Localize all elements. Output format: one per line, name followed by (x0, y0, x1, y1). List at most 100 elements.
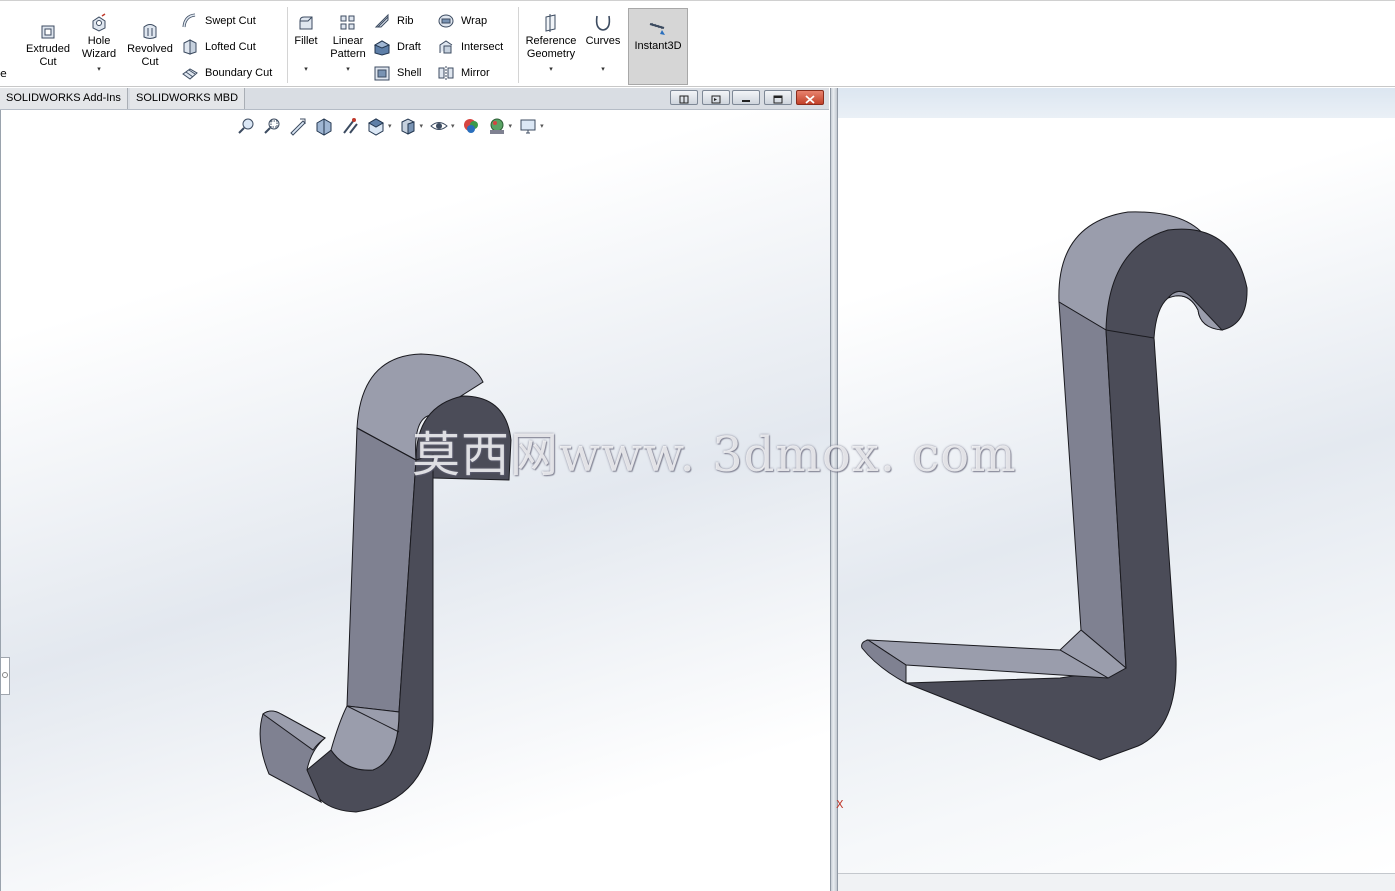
draft-label: Draft (397, 41, 421, 53)
wrap-icon (438, 14, 454, 28)
apply-scene-icon[interactable] (487, 116, 507, 136)
display-style-icon[interactable] (398, 116, 418, 136)
lofted-cut-label: Lofted Cut (205, 41, 256, 53)
display-style-dropdown[interactable]: ▾ (420, 122, 424, 130)
wrap-label: Wrap (461, 15, 488, 27)
reference-geometry-label: Reference Geometry (525, 35, 577, 60)
graphics-area-left[interactable] (0, 110, 830, 891)
fillet-icon (299, 16, 313, 30)
restore-icon (773, 95, 783, 104)
draft-icon (373, 40, 391, 56)
heads-up-view-toolbar: ▾ ▾ ▾ ▾ ▾ (236, 115, 550, 137)
shell-label: Shell (397, 67, 422, 79)
extruded-cut-label: Extruded Cut (25, 43, 71, 68)
dynamic-annotation-icon[interactable] (340, 116, 360, 136)
reference-geometry-button[interactable]: Reference Geometry ▾ (522, 13, 580, 76)
instant3d-button[interactable]: Instant3D (628, 8, 688, 85)
draft-button[interactable]: Draft (373, 37, 421, 57)
close-button[interactable] (796, 90, 824, 105)
linear-pattern-label: Linear Pattern (330, 35, 366, 60)
curves-label: Curves (585, 35, 621, 47)
right-pane-footer (838, 873, 1395, 891)
lofted-cut-icon (183, 39, 197, 55)
curves-icon (595, 15, 611, 31)
viewport-splitter[interactable] (830, 88, 838, 891)
linear-pattern-icon (340, 15, 355, 30)
tile-right-button[interactable] (702, 90, 730, 105)
tab-solidworks-add-ins[interactable]: SOLIDWORKS Add-Ins (0, 88, 128, 109)
apply-scene-dropdown[interactable]: ▾ (509, 122, 513, 130)
linear-pattern-dropdown[interactable]: ▾ (326, 63, 370, 76)
curves-dropdown[interactable]: ▾ (582, 63, 624, 76)
shell-button[interactable]: Shell (373, 63, 421, 83)
extruded-cut-icon (41, 25, 55, 39)
feature-manager-collapse-handle[interactable] (1, 657, 10, 695)
curves-button[interactable]: Curves ▾ (582, 13, 624, 76)
mirror-icon (438, 66, 454, 80)
rib-label: Rib (397, 15, 414, 27)
swept-cut-button[interactable]: Swept Cut (181, 11, 256, 31)
hide-show-icon[interactable] (429, 116, 449, 136)
linear-pattern-button[interactable]: Linear Pattern ▾ (326, 13, 370, 76)
boundary-cut-label: Boundary Cut (205, 67, 273, 79)
lofted-cut-button[interactable]: Lofted Cut (181, 37, 256, 57)
ribbon-separator (287, 7, 288, 83)
right-pane-header (838, 88, 1395, 118)
reference-geometry-dropdown[interactable]: ▾ (522, 63, 580, 76)
instant3d-icon (649, 22, 665, 35)
intersect-icon (439, 40, 453, 54)
ribbon-clipped-label: e (0, 67, 7, 80)
revolved-cut-label: Revolved Cut (127, 43, 173, 68)
mirror-button[interactable]: Mirror (437, 63, 490, 83)
zoom-to-fit-icon[interactable] (236, 116, 256, 136)
reference-geometry-icon (545, 14, 556, 32)
graphics-area-right[interactable] (838, 118, 1395, 873)
previous-view-icon[interactable] (288, 116, 308, 136)
solidworks-window: e Extruded Cut Hole Wizard ▾ Revolved Cu… (0, 0, 1395, 891)
revolved-cut-icon (143, 24, 157, 39)
intersect-button[interactable]: Intersect (437, 37, 503, 57)
rib-button[interactable]: Rib (373, 11, 414, 31)
extruded-cut-button[interactable]: Extruded Cut (22, 21, 74, 69)
boundary-cut-icon (182, 68, 198, 80)
hole-wizard-icon (92, 13, 106, 32)
boundary-cut-button[interactable]: Boundary Cut (181, 63, 272, 83)
ribbon-separator (518, 7, 519, 83)
section-view-icon[interactable] (314, 116, 334, 136)
hole-wizard-dropdown[interactable]: ▾ (76, 63, 122, 76)
command-manager-ribbon: e Extruded Cut Hole Wizard ▾ Revolved Cu… (0, 0, 1395, 87)
fillet-button[interactable]: Fillet ▾ (290, 13, 322, 76)
view-orientation-dropdown[interactable]: ▾ (388, 122, 392, 130)
tab-solidworks-mbd[interactable]: SOLIDWORKS MBD (130, 88, 246, 109)
triad-x-axis-label: X (836, 798, 844, 811)
minimize-button[interactable] (732, 90, 760, 105)
command-manager-tabs: SOLIDWORKS Add-Ins SOLIDWORKS MBD (0, 88, 829, 110)
view-orientation-icon[interactable] (366, 116, 386, 136)
hook-part-model-left[interactable] (1, 110, 830, 891)
fillet-label: Fillet (294, 35, 318, 47)
fillet-dropdown[interactable]: ▾ (290, 63, 322, 76)
zoom-area-icon[interactable] (262, 116, 282, 136)
rib-icon (374, 13, 389, 28)
hide-show-dropdown[interactable]: ▾ (451, 122, 455, 130)
wrap-button[interactable]: Wrap (437, 11, 487, 31)
restore-button[interactable] (764, 90, 792, 105)
tile-left-icon (679, 95, 689, 104)
shell-icon (374, 66, 390, 81)
view-settings-dropdown[interactable]: ▾ (540, 122, 544, 130)
mirror-label: Mirror (461, 67, 490, 79)
tile-right-icon (711, 95, 721, 104)
handle-grip-icon (2, 672, 8, 678)
hole-wizard-button[interactable]: Hole Wizard ▾ (76, 13, 122, 76)
revolved-cut-button[interactable]: Revolved Cut (124, 21, 176, 69)
minimize-icon (742, 100, 750, 102)
edit-appearance-icon[interactable] (461, 116, 481, 136)
intersect-label: Intersect (461, 41, 504, 53)
instant3d-inner: Instant3D (629, 18, 687, 53)
swept-cut-label: Swept Cut (205, 15, 256, 27)
close-icon (805, 95, 815, 104)
hole-wizard-label: Hole Wizard (81, 35, 117, 60)
view-settings-icon[interactable] (518, 116, 538, 136)
tile-left-button[interactable] (670, 90, 698, 105)
hook-part-model-right[interactable] (838, 118, 1395, 873)
